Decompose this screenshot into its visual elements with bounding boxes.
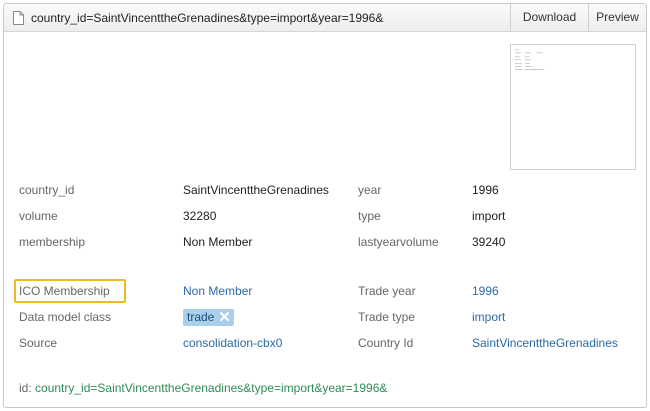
attr-value-lastyearvolume: 39240 bbox=[472, 235, 506, 249]
ico-membership-label: ICO Membership bbox=[19, 284, 110, 298]
attr-label-year: year bbox=[358, 183, 382, 197]
attr-label-type: type bbox=[358, 209, 381, 223]
data-model-tag-label: trade bbox=[187, 310, 215, 324]
data-model-tag[interactable]: trade bbox=[183, 309, 235, 326]
attr-value-type: import bbox=[472, 209, 506, 223]
attr-value-year: 1996 bbox=[472, 183, 499, 197]
download-button[interactable]: Download bbox=[510, 4, 588, 31]
trade-type-link[interactable]: import bbox=[472, 310, 505, 324]
attr-label-volume: volume bbox=[19, 209, 58, 223]
file-icon bbox=[13, 11, 24, 25]
ico-membership-link[interactable]: Non Member bbox=[183, 284, 252, 298]
attr-label-country-id: country_id bbox=[19, 183, 75, 197]
card-header: country_id=SaintVincenttheGrenadines&typ… bbox=[4, 4, 646, 32]
attr-value-volume: 32280 bbox=[183, 209, 217, 223]
attr-value-country-id: SaintVincenttheGrenadines bbox=[183, 183, 329, 197]
country-id-label: Country Id bbox=[358, 336, 414, 350]
data-model-class-label: Data model class bbox=[19, 310, 112, 324]
trade-year-label: Trade year bbox=[358, 284, 416, 298]
record-title: country_id=SaintVincenttheGrenadines&typ… bbox=[31, 11, 384, 25]
record-card: country_id=SaintVincenttheGrenadines&typ… bbox=[3, 3, 647, 408]
preview-button[interactable]: Preview bbox=[588, 4, 646, 31]
country-id-link[interactable]: SaintVincenttheGrenadines bbox=[472, 336, 618, 350]
record-id-value: country_id=SaintVincenttheGrenadines&typ… bbox=[35, 381, 388, 395]
source-link[interactable]: consolidation-cbx0 bbox=[183, 336, 282, 350]
record-id: id: country_id=SaintVincenttheGrenadines… bbox=[19, 381, 387, 395]
attr-label-lastyearvolume: lastyearvolume bbox=[358, 235, 439, 249]
record-id-label: id: bbox=[19, 381, 32, 395]
close-icon[interactable] bbox=[219, 311, 230, 322]
attr-label-membership: membership bbox=[19, 235, 86, 249]
source-label: Source bbox=[19, 336, 58, 350]
attr-value-membership: Non Member bbox=[183, 235, 253, 249]
trade-year-link[interactable]: 1996 bbox=[472, 284, 499, 298]
trade-type-label: Trade type bbox=[358, 310, 415, 324]
document-thumbnail[interactable] bbox=[510, 44, 636, 170]
